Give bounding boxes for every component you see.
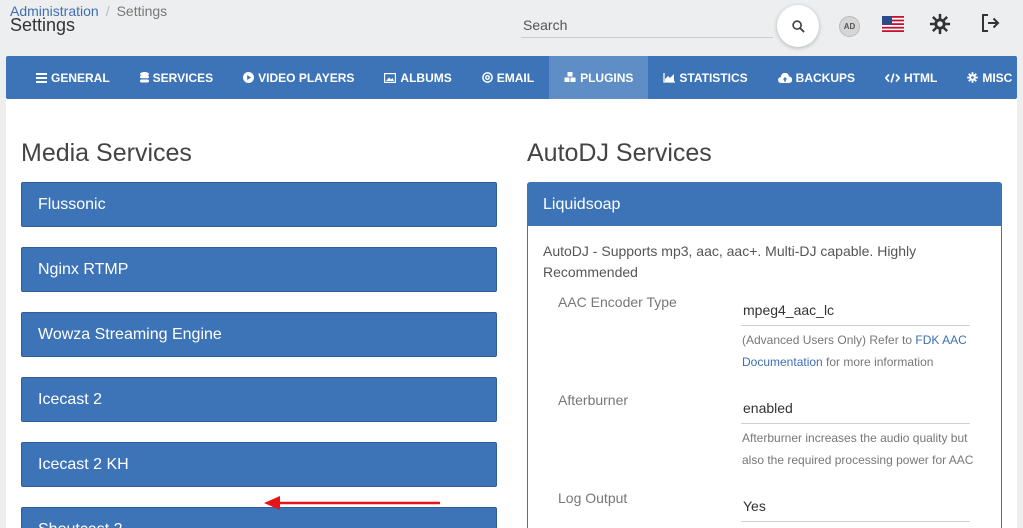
database-icon (139, 72, 149, 83)
service-icecast-2[interactable]: Icecast 2 (21, 377, 497, 422)
tab-email[interactable]: EMAIL (467, 56, 549, 99)
service-flussonic[interactable]: Flussonic (21, 182, 497, 227)
service-wowza[interactable]: Wowza Streaming Engine (21, 312, 497, 357)
plugins-panel: Media Services Flussonic Nginx RTMP Wowz… (6, 99, 1017, 528)
avatar[interactable]: AD (839, 16, 860, 37)
us-flag-icon[interactable] (882, 16, 904, 32)
tab-label: EMAIL (496, 70, 535, 85)
theme-gear-icon[interactable] (929, 13, 951, 35)
liquidsoap-description: AutoDJ - Supports mp3, aac, aac+. Multi-… (543, 243, 917, 280)
afterburner-help: Afterburner increases the audio quality … (742, 431, 974, 467)
log-output-label: Log Output (558, 490, 628, 506)
tab-label: ALBUMS (400, 70, 452, 85)
cog-icon (967, 72, 979, 83)
tab-label: VIDEO PLAYERS (258, 70, 355, 85)
tab-video-players[interactable]: VIDEO PLAYERS (228, 56, 369, 99)
search-icon (791, 19, 805, 33)
settings-tab-bar: GENERAL SERVICES VIDEO PLAYERS ALBUMS EM… (6, 56, 1017, 99)
list-icon (36, 72, 47, 83)
tab-services[interactable]: SERVICES (125, 56, 228, 99)
breadcrumb-separator: / (105, 3, 110, 19)
tab-general[interactable]: GENERAL (6, 56, 125, 99)
tab-label: MISC (982, 70, 1013, 85)
page-title: Settings (10, 15, 76, 35)
search-field (521, 14, 773, 38)
aac-encoder-help-suffix: for more information (822, 355, 934, 369)
image-icon (384, 72, 397, 83)
code-icon (885, 72, 900, 83)
search-input[interactable] (521, 14, 773, 36)
tab-label: HTML (904, 70, 938, 85)
tab-label: BACKUPS (795, 70, 855, 85)
play-icon (243, 72, 255, 83)
service-nginx-rtmp[interactable]: Nginx RTMP (21, 247, 497, 292)
media-services-heading: Media Services (21, 139, 192, 167)
red-annotation-arrow-icon (264, 496, 440, 510)
liquidsoap-card-header[interactable]: Liquidsoap (528, 183, 1001, 226)
tab-label: PLUGINS (580, 70, 634, 85)
tab-label: GENERAL (51, 70, 110, 85)
tab-statistics[interactable]: STATISTICS (648, 56, 762, 99)
tab-plugins[interactable]: PLUGINS (549, 56, 649, 99)
cloud-upload-icon (777, 72, 792, 83)
autodj-services-heading: AutoDJ Services (527, 139, 712, 167)
tab-misc[interactable]: MISC (952, 56, 1023, 99)
tab-html[interactable]: HTML (870, 56, 952, 99)
tab-albums[interactable]: ALBUMS (369, 56, 466, 99)
tab-backups[interactable]: BACKUPS (763, 56, 870, 99)
aac-encoder-help-text: (Advanced Users Only) Refer to (742, 333, 916, 347)
tab-label: SERVICES (152, 70, 214, 85)
aac-encoder-type-field[interactable]: mpeg4_aac_lc (741, 294, 970, 326)
search-button[interactable] (777, 5, 819, 47)
cubes-icon (564, 72, 576, 82)
aac-encoder-type-label: AAC Encoder Type (558, 294, 677, 310)
slider-knob[interactable] (324, 522, 344, 528)
tab-label: STATISTICS (679, 70, 748, 85)
log-output-field[interactable]: Yes (741, 490, 970, 522)
service-icecast-2-kh[interactable]: Icecast 2 KH (21, 442, 497, 487)
area-chart-icon (663, 72, 676, 83)
breadcrumb-current: Settings (116, 3, 168, 19)
liquidsoap-card: Liquidsoap AutoDJ - Supports mp3, aac, a… (527, 182, 1002, 528)
logout-icon[interactable] (980, 13, 1000, 33)
afterburner-field[interactable]: enabled (741, 392, 970, 424)
at-icon (481, 72, 493, 83)
afterburner-label: Afterburner (558, 392, 629, 408)
aac-encoder-help: (Advanced Users Only) Refer to FDK AAC D… (742, 329, 978, 373)
